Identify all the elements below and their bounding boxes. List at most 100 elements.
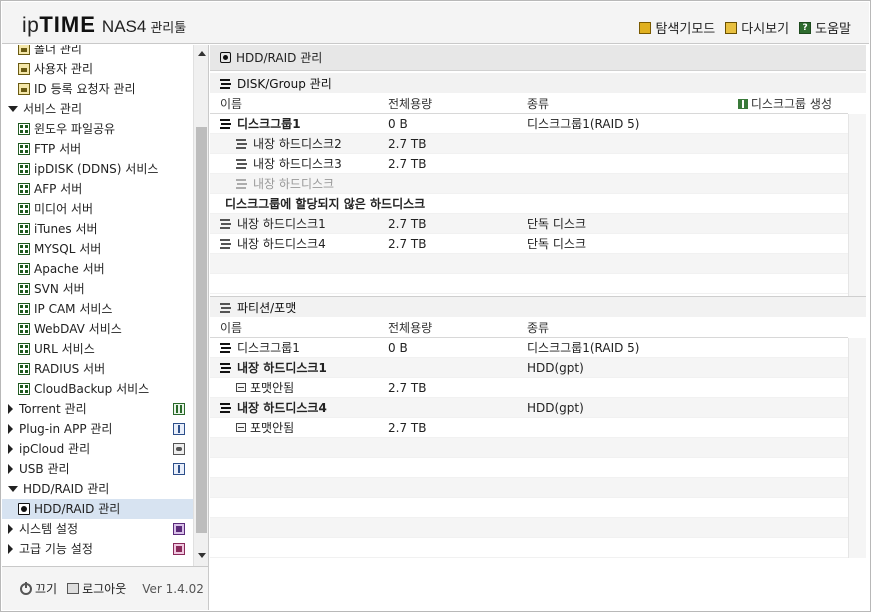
service-icon bbox=[18, 343, 30, 355]
disk-group-icon bbox=[220, 77, 232, 89]
caret-right-icon bbox=[8, 404, 13, 414]
create-disk-group-label: 디스크그룹 생성 bbox=[750, 97, 832, 111]
sidebar-item[interactable]: HDD/RAID 관리 bbox=[2, 499, 193, 519]
sidebar-group[interactable]: Plug-in APP 관리 bbox=[2, 419, 193, 439]
sidebar-item[interactable]: AFP 서버 bbox=[2, 179, 193, 199]
row-name: 내장 하드디스크4 bbox=[237, 401, 327, 415]
row-name: 내장 하드디스크1 bbox=[237, 361, 327, 375]
logout-icon bbox=[67, 583, 80, 594]
scroll-thumb[interactable] bbox=[196, 127, 207, 533]
sidebar-item[interactable]: iTunes 서버 bbox=[2, 219, 193, 239]
sidebar-item[interactable]: IP CAM 서비스 bbox=[2, 299, 193, 319]
sys-icon bbox=[173, 523, 185, 535]
sidebar-item[interactable]: ID 등록 요청자 관리 bbox=[2, 79, 193, 99]
create-disk-group-button[interactable]: 디스크그룹 생성 bbox=[727, 95, 848, 112]
sidebar-item-label: Apache 서버 bbox=[34, 262, 105, 276]
table-row[interactable]: 디스크그룹1 0 B 디스크그룹1(RAID 5) bbox=[210, 114, 848, 134]
service-icon bbox=[18, 203, 30, 215]
row-name: 내장 하드디스크 bbox=[253, 177, 335, 191]
scroll-up-icon[interactable] bbox=[198, 51, 206, 56]
explorer-mode-link[interactable]: 탐색기모드 bbox=[639, 18, 715, 37]
version-label: Ver 1.4.02 bbox=[142, 581, 204, 596]
table-row[interactable]: 포맷안됨 2.7 TB bbox=[210, 418, 848, 438]
partition-title: 파티션/포맷 bbox=[237, 300, 297, 315]
table-row[interactable]: 내장 하드디스크 bbox=[210, 174, 848, 194]
sidebar-item[interactable]: 윈도우 파일공유 bbox=[2, 119, 193, 139]
hard-disk-icon bbox=[236, 138, 248, 149]
sidebar-group[interactable]: Torrent 관리 bbox=[2, 399, 193, 419]
power-off-label: 끄기 bbox=[35, 582, 58, 596]
cell-size: 2.7 TB bbox=[388, 156, 427, 171]
cell-size: 0 B bbox=[388, 116, 408, 131]
table-row[interactable]: 디스크그룹에 할당되지 않은 하드디스크 bbox=[210, 194, 848, 214]
refresh-link[interactable]: 다시보기 bbox=[725, 18, 789, 37]
empty-row bbox=[210, 438, 848, 458]
adv-icon bbox=[173, 543, 185, 555]
sidebar-item-label: FTP 서버 bbox=[34, 142, 82, 156]
disk-icon bbox=[18, 503, 30, 515]
service-icon bbox=[18, 303, 30, 315]
hard-disk-icon bbox=[236, 178, 248, 189]
sidebar-item[interactable]: 미디어 서버 bbox=[2, 199, 193, 219]
refresh-icon bbox=[725, 21, 738, 34]
table-row[interactable]: 내장 하드디스크2 2.7 TB bbox=[210, 134, 848, 154]
cell-name: 포맷안됨 bbox=[210, 379, 388, 396]
service-icon bbox=[18, 143, 30, 155]
refresh-label: 다시보기 bbox=[741, 22, 790, 37]
sidebar-item[interactable]: WebDAV 서비스 bbox=[2, 319, 193, 339]
sidebar-item[interactable]: 사용자 관리 bbox=[2, 59, 193, 79]
sidebar: 폴더 관리 사용자 관리 ID 등록 요청자 관리 서비스 관리 윈도우 파일공유 FTP… bbox=[2, 45, 209, 566]
scroll-down-icon[interactable] bbox=[198, 553, 206, 558]
table-row[interactable]: 내장 하드디스크4 2.7 TB 단독 디스크 bbox=[210, 234, 848, 254]
sidebar-item[interactable]: MYSQL 서버 bbox=[2, 239, 193, 259]
power-off-button[interactable]: 끄기 bbox=[20, 580, 57, 597]
col-kind-header: 종류 bbox=[527, 97, 550, 111]
cell-kind: 디스크그룹1(RAID 5) bbox=[527, 341, 640, 355]
top-links: 탐색기모드 다시보기 ? 도움말 bbox=[639, 18, 851, 37]
sidebar-menu: 폴더 관리 사용자 관리 ID 등록 요청자 관리 서비스 관리 윈도우 파일공유 FTP… bbox=[2, 45, 193, 559]
sidebar-group[interactable]: 시스템 설정 bbox=[2, 519, 193, 539]
empty-row bbox=[210, 274, 848, 294]
table-row[interactable]: 내장 하드디스크3 2.7 TB bbox=[210, 154, 848, 174]
row-name: 디스크그룹에 할당되지 않은 하드디스크 bbox=[225, 197, 426, 211]
sidebar-item[interactable]: URL 서비스 bbox=[2, 339, 193, 359]
sidebar-item[interactable]: ipDISK (DDNS) 서비스 bbox=[2, 159, 193, 179]
help-link[interactable]: ? 도움말 bbox=[799, 18, 851, 37]
sidebar-scrollbar[interactable] bbox=[193, 45, 208, 566]
cell-name: 내장 하드디스크2 bbox=[210, 135, 388, 152]
hard-disk-icon bbox=[220, 238, 232, 249]
empty-row bbox=[210, 478, 848, 498]
sidebar-item[interactable]: Apache 서버 bbox=[2, 259, 193, 279]
sidebar-item-label: WebDAV 서비스 bbox=[34, 322, 122, 336]
sidebar-item[interactable]: CloudBackup 서비스 bbox=[2, 379, 193, 399]
sidebar-group[interactable]: 서비스 관리 bbox=[2, 99, 193, 119]
logout-button[interactable]: 로그아웃 bbox=[67, 580, 126, 597]
table-row[interactable]: 내장 하드디스크4 HDD(gpt) bbox=[210, 398, 848, 418]
table-row[interactable]: 내장 하드디스크1 2.7 TB 단독 디스크 bbox=[210, 214, 848, 234]
sidebar-item[interactable]: FTP 서버 bbox=[2, 139, 193, 159]
partition-icon bbox=[236, 423, 246, 432]
empty-row bbox=[210, 538, 848, 558]
service-icon bbox=[18, 383, 30, 395]
cell-name: 내장 하드디스크1 bbox=[210, 359, 388, 376]
table-row[interactable]: 디스크그룹1 0 B 디스크그룹1(RAID 5) bbox=[210, 338, 848, 358]
sidebar-item-label: 고급 기능 설정 bbox=[19, 542, 93, 556]
service-icon bbox=[18, 283, 30, 295]
sidebar-item[interactable]: RADIUS 서버 bbox=[2, 359, 193, 379]
sidebar-group[interactable]: 고급 기능 설정 bbox=[2, 539, 193, 559]
sidebar-item[interactable]: 폴더 관리 bbox=[2, 45, 193, 59]
sidebar-item[interactable]: SVN 서버 bbox=[2, 279, 193, 299]
create-group-icon bbox=[737, 98, 748, 109]
sidebar-group[interactable]: ipCloud 관리 bbox=[2, 439, 193, 459]
sidebar-item-label: Torrent 관리 bbox=[19, 402, 87, 416]
row-name: 내장 하드디스크2 bbox=[253, 137, 342, 151]
table-row[interactable]: 내장 하드디스크1 HDD(gpt) bbox=[210, 358, 848, 378]
sidebar-group[interactable]: HDD/RAID 관리 bbox=[2, 479, 193, 499]
logo-time: TIME bbox=[39, 12, 96, 37]
table-row[interactable]: 포맷안됨 2.7 TB bbox=[210, 378, 848, 398]
cell-kind: HDD(gpt) bbox=[527, 400, 584, 415]
main-content: HDD/RAID 관리 DISK/Group 관리 이름 전체용량 종류 디스크… bbox=[210, 45, 869, 566]
sidebar-group[interactable]: USB 관리 bbox=[2, 459, 193, 479]
empty-row bbox=[210, 498, 848, 518]
empty-row bbox=[210, 458, 848, 478]
